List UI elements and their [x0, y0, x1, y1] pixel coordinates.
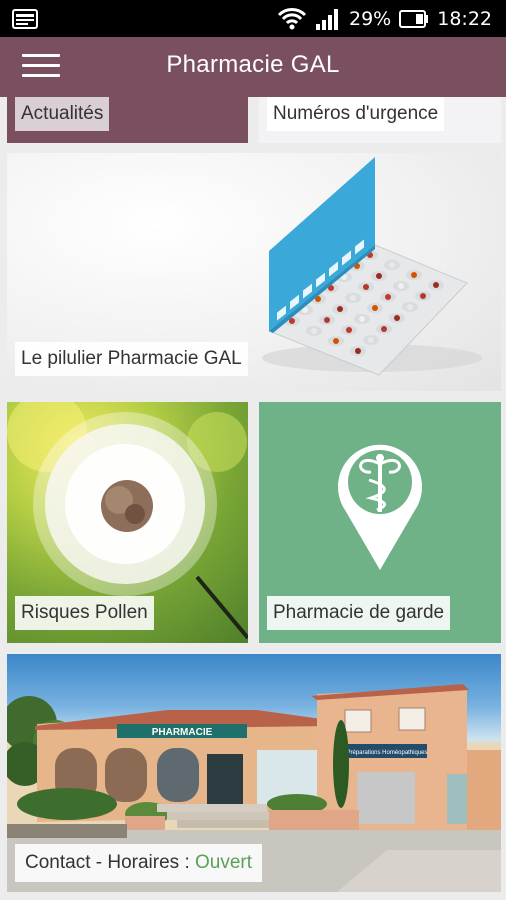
notification-icon [12, 9, 38, 34]
wifi-icon [277, 8, 307, 30]
opening-status: Ouvert [195, 852, 253, 873]
tile-contact-horaires[interactable]: PHARMACIE Préparations Homéopathiques Co… [7, 654, 501, 892]
contact-label-text: Contact - Horaires : [25, 852, 195, 873]
tile-pilulier[interactable]: Le pilulier Pharmacie GAL [7, 153, 501, 391]
side-sign-text: Préparations Homéopathiques [346, 750, 427, 756]
tile-numeros-urgence[interactable]: Numéros d'urgence [259, 97, 501, 143]
app-title: Pharmacie GAL [166, 51, 340, 78]
tile-contact-label: Contact - Horaires : Ouvert [15, 844, 263, 882]
tile-urgence-label: Numéros d'urgence [267, 97, 445, 131]
battery-percent: 29% [349, 8, 392, 30]
signal-icon [316, 9, 338, 30]
tile-risques-pollen[interactable]: Risques Pollen [7, 402, 248, 643]
clock: 18:22 [437, 8, 492, 30]
tile-pollen-label: Risques Pollen [15, 596, 154, 630]
tile-garde-label: Pharmacie de garde [267, 596, 451, 630]
tile-actualites-label: Actualités [15, 97, 110, 131]
tile-actualites[interactable]: Actualités [7, 97, 248, 143]
pharmacy-sign-text: PHARMACIE [152, 727, 213, 738]
battery-icon [399, 10, 429, 28]
app-bar: Pharmacie GAL [0, 37, 506, 97]
status-bar: 29% 18:22 [0, 0, 506, 37]
tile-pilulier-label: Le pilulier Pharmacie GAL [15, 342, 248, 376]
tile-pharmacie-de-garde[interactable]: Pharmacie de garde [259, 402, 501, 643]
